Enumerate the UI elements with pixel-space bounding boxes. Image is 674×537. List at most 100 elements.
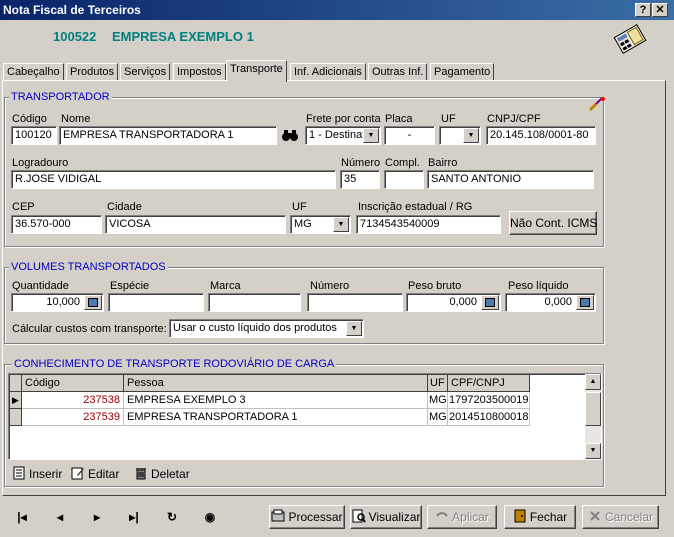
marca-label: Marca	[210, 280, 241, 292]
nome-label: Nome	[61, 113, 91, 125]
aplicar-button[interactable]: Aplicar	[427, 505, 497, 529]
peso-bruto-value: 0,000	[449, 296, 477, 308]
tab-cabecalho[interactable]: Cabeçalho	[3, 63, 64, 81]
cancelar-label: Cancelar	[604, 510, 654, 524]
calc-custos-value: Usar o custo líquido dos produtos	[173, 322, 337, 334]
compl-label: Compl.	[385, 157, 420, 169]
compl-input[interactable]	[384, 170, 424, 189]
marca-input[interactable]	[208, 293, 301, 312]
edit-icon	[71, 467, 84, 480]
next-record-icon[interactable]: ▸	[84, 507, 110, 527]
calculator-icon[interactable]	[84, 295, 102, 310]
tab-inf-adicionais[interactable]: Inf. Adicionais	[290, 63, 366, 81]
scroll-up-icon[interactable]: ▲	[585, 374, 601, 390]
tab-impostos[interactable]: Impostos	[173, 63, 226, 81]
inserir-button[interactable]: Inserir	[12, 466, 62, 482]
chevron-down-icon[interactable]: ▼	[363, 128, 379, 143]
table-cell-codigo[interactable]: 237539	[22, 409, 124, 426]
preview-icon	[352, 509, 366, 523]
scroll-thumb[interactable]	[585, 392, 601, 426]
tab-pagamento[interactable]: Pagamento	[430, 63, 495, 81]
visualizar-label: Visualizar	[368, 510, 421, 524]
header-code: 100522	[53, 29, 97, 44]
nome-input[interactable]: EMPRESA TRANSPORTADORA 1	[59, 126, 277, 145]
processar-label: Processar	[288, 510, 343, 524]
numero-vol-label: Número	[310, 280, 350, 292]
cancelar-button[interactable]: Cancelar	[582, 505, 659, 529]
nao-cont-icms-button[interactable]: Não Cont. ICMS	[509, 211, 597, 235]
window-title-bar: Nota Fiscal de Terceiros	[0, 0, 674, 20]
logradouro-input[interactable]: R.JOSE VIDIGAL	[11, 170, 336, 189]
table-cell-pessoa[interactable]: EMPRESA EXEMPLO 3	[124, 392, 428, 409]
tab-servicos[interactable]: Serviços	[120, 63, 171, 81]
processar-button[interactable]: Processar	[269, 505, 345, 529]
close-button[interactable]: ✕	[652, 3, 668, 17]
volumes-legend: VOLUMES TRANSPORTADOS	[9, 261, 168, 273]
stop-icon[interactable]: ◉	[197, 507, 223, 527]
notepad-calculator-icon	[613, 24, 647, 54]
uf-select[interactable]: ▼	[439, 126, 481, 145]
grid-scrollbar[interactable]: ▲ ▼	[585, 374, 601, 459]
col-pessoa[interactable]: Pessoa	[124, 375, 428, 392]
chevron-down-icon[interactable]: ▼	[346, 321, 362, 336]
table-cell-uf[interactable]: MG	[428, 409, 448, 426]
peso-liquido-input[interactable]: 0,000	[505, 293, 596, 312]
last-record-icon[interactable]: ▸|	[121, 507, 147, 527]
visualizar-button[interactable]: Visualizar	[350, 505, 422, 529]
table-cell-cnpj[interactable]: 20145108000180	[448, 409, 530, 426]
especie-input[interactable]	[108, 293, 204, 312]
peso-bruto-label: Peso bruto	[408, 280, 462, 292]
calculator-icon[interactable]	[576, 295, 594, 310]
numero-vol-input[interactable]	[307, 293, 403, 312]
quantidade-label: Quantidade	[12, 280, 69, 292]
col-codigo[interactable]: Código	[22, 375, 124, 392]
cidade-label: Cidade	[107, 201, 142, 213]
conhecimento-grid[interactable]: Código Pessoa UF CPF/CNPJ ▶ 237538 EMPRE…	[8, 373, 602, 460]
calc-custos-select[interactable]: Usar o custo líquido dos produtos ▼	[169, 319, 364, 338]
col-cpf-cnpj[interactable]: CPF/CNPJ	[448, 375, 530, 392]
table-cell-uf[interactable]: MG	[428, 392, 448, 409]
quantidade-input[interactable]: 10,000	[11, 293, 104, 312]
bairro-input[interactable]: SANTO ANTONIO	[427, 170, 594, 189]
door-icon	[514, 509, 526, 523]
peso-liquido-value: 0,000	[544, 296, 572, 308]
help-button[interactable]: ?	[635, 3, 651, 17]
ie-input[interactable]: 7134543540009	[356, 215, 501, 234]
table-cell-cnpj[interactable]: 17972035000195	[448, 392, 530, 409]
tab-transporte[interactable]: Transporte	[226, 60, 287, 82]
brush-icon[interactable]	[588, 96, 606, 112]
deletar-button[interactable]: Deletar	[134, 466, 190, 482]
cep-input[interactable]: 36.570-000	[11, 215, 102, 234]
first-record-icon[interactable]: |◂	[9, 507, 35, 527]
refresh-icon[interactable]: ↻	[159, 507, 185, 527]
trash-icon	[136, 468, 146, 480]
calculator-icon[interactable]	[481, 295, 499, 310]
cep-label: CEP	[12, 201, 35, 213]
peso-bruto-input[interactable]: 0,000	[406, 293, 501, 312]
frete-select[interactable]: 1 - Destinat ▼	[305, 126, 381, 145]
chevron-down-icon[interactable]: ▼	[463, 128, 479, 143]
fechar-button[interactable]: Fechar	[504, 505, 576, 529]
logradouro-label: Logradouro	[12, 157, 69, 169]
cancel-icon	[590, 511, 600, 521]
cidade-input[interactable]: VICOSA	[105, 215, 286, 234]
especie-label: Espécie	[110, 280, 150, 292]
uf2-select[interactable]: MG ▼	[290, 215, 351, 234]
uf2-label: UF	[292, 201, 307, 213]
scroll-down-icon[interactable]: ▼	[585, 443, 601, 459]
current-row-indicator: ▶	[10, 392, 22, 409]
editar-button[interactable]: Editar	[71, 466, 119, 482]
codigo-input[interactable]: 100120	[11, 126, 57, 145]
numero-input[interactable]: 35	[340, 170, 380, 189]
cnpj-input[interactable]: 20.145.108/0001-80	[486, 126, 596, 145]
chevron-down-icon[interactable]: ▼	[333, 217, 349, 232]
prev-record-icon[interactable]: ◂	[47, 507, 73, 527]
editar-label: Editar	[88, 467, 120, 481]
placa-input[interactable]: -	[384, 126, 435, 145]
binoculars-icon[interactable]	[281, 128, 299, 142]
table-cell-pessoa[interactable]: EMPRESA TRANSPORTADORA 1	[124, 409, 428, 426]
col-uf[interactable]: UF	[428, 375, 448, 392]
tab-outras-inf[interactable]: Outras Inf.	[368, 63, 428, 81]
tab-produtos[interactable]: Produtos	[66, 63, 119, 81]
table-cell-codigo[interactable]: 237538	[22, 392, 124, 409]
